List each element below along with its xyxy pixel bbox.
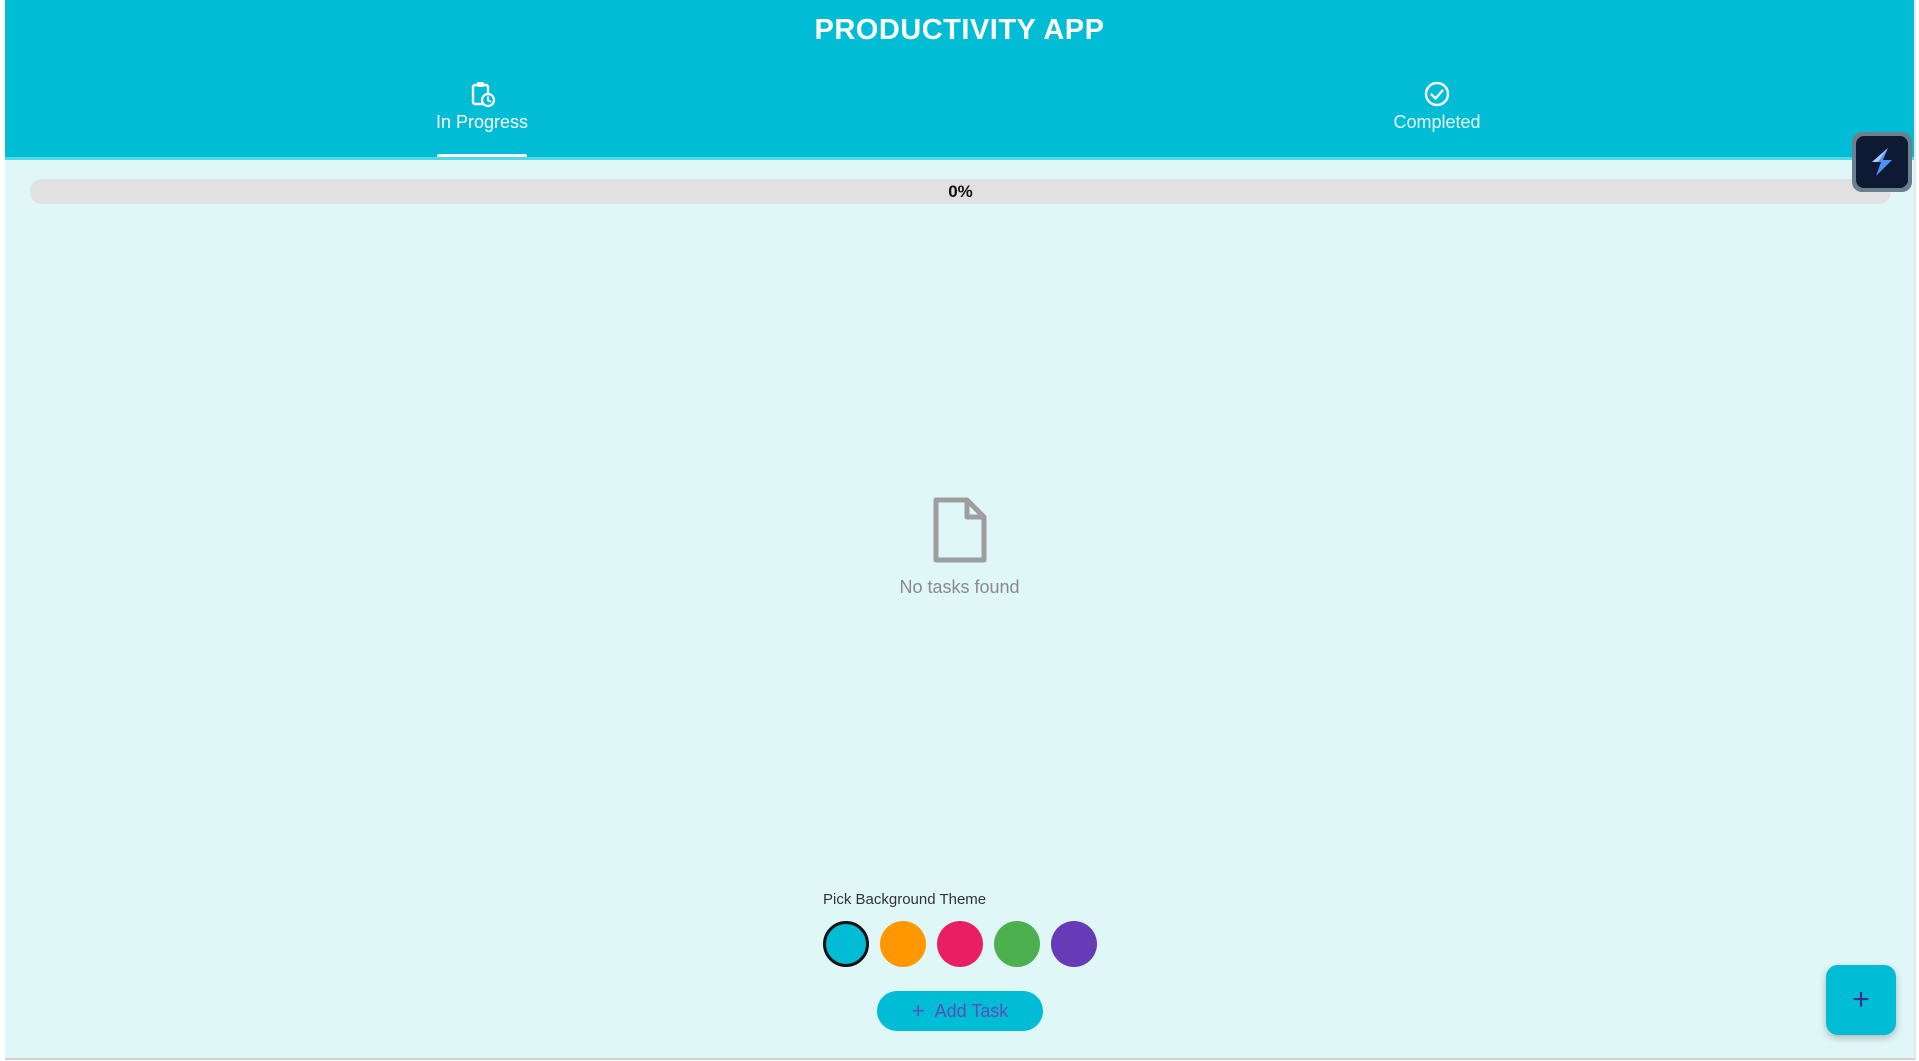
extension-badge-inner xyxy=(1856,136,1908,188)
empty-state-message: No tasks found xyxy=(899,577,1020,597)
add-task-label: Add Task xyxy=(934,1001,1009,1021)
theme-swatch-orange[interactable] xyxy=(880,921,926,967)
theme-swatch-purple[interactable] xyxy=(1051,921,1097,967)
progress-percent-label: 0% xyxy=(948,182,973,201)
tab-in-progress-label: In Progress xyxy=(435,112,529,132)
clipboard-clock-icon xyxy=(471,82,496,108)
tab-completed-label: Completed xyxy=(1393,112,1481,132)
progress-bar: 0% xyxy=(30,179,1891,204)
add-fab-button[interactable]: + xyxy=(1826,965,1896,1035)
tab-completed[interactable]: Completed xyxy=(1337,80,1537,133)
theme-swatch-cyan[interactable] xyxy=(823,921,869,967)
app-title: PRODUCTIVITY APP xyxy=(814,14,1105,46)
theme-picker-label: Pick Background Theme xyxy=(823,891,987,908)
check-circle-icon xyxy=(1424,81,1450,107)
theme-swatch-pink[interactable] xyxy=(937,921,983,967)
lightning-bolt-icon xyxy=(1872,148,1892,176)
tab-in-progress[interactable]: In Progress xyxy=(382,80,582,133)
add-task-button[interactable]: + Add Task xyxy=(877,991,1043,1031)
extension-badge[interactable] xyxy=(1852,132,1912,192)
document-icon xyxy=(933,497,986,563)
theme-swatch-green[interactable] xyxy=(994,921,1040,967)
app-frame: PRODUCTIVITY APP In Progress Completed 0… xyxy=(5,0,1916,1060)
app-header: PRODUCTIVITY APP In Progress Completed xyxy=(5,0,1914,158)
plus-icon: + xyxy=(1852,983,1870,1016)
empty-state: No tasks found xyxy=(5,495,1914,598)
plus-icon: + xyxy=(911,998,925,1023)
header-divider xyxy=(5,157,1914,160)
